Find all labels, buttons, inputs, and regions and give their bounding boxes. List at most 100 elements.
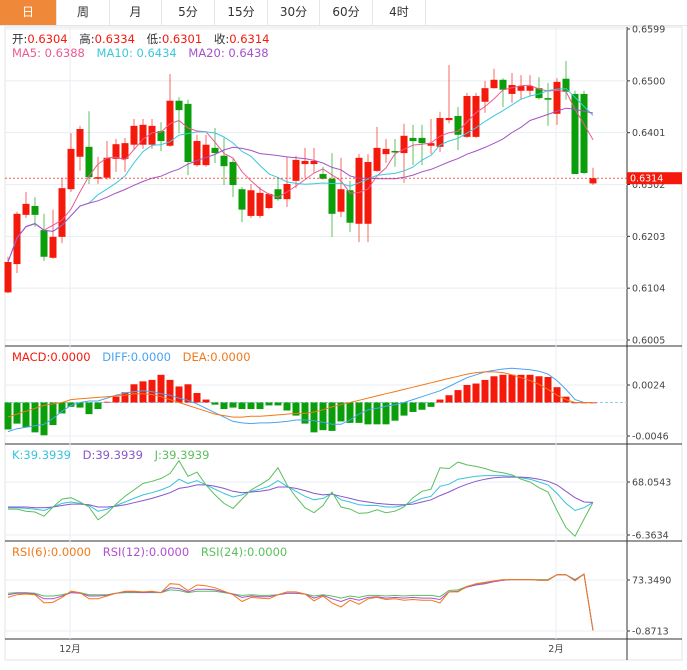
ma-legend: MA5: 0.6388 MA10: 0.6434 MA20: 0.6438 <box>12 46 277 60</box>
d-value: D:39.3939 <box>82 448 143 462</box>
candle-body <box>337 189 345 212</box>
candle <box>364 154 372 243</box>
macd-bar <box>139 381 147 403</box>
candle <box>103 141 111 180</box>
macd-tick-label: 0.0024 <box>632 381 665 392</box>
price-tick-label: 0.6401 <box>632 128 665 139</box>
macd-bar <box>409 402 417 412</box>
candle <box>589 167 597 186</box>
macd-bar <box>481 379 489 403</box>
macd-bar <box>418 402 426 410</box>
macd-tick-label: -0.0046 <box>632 432 669 443</box>
candle <box>436 111 444 153</box>
candle-body <box>22 203 30 215</box>
candle-body <box>58 188 66 237</box>
candle <box>427 119 435 155</box>
rsi12-line <box>7 573 594 631</box>
macd-bar <box>310 402 318 433</box>
current-price-label: 0.6314 <box>630 174 663 185</box>
candle <box>13 211 21 273</box>
kdj-legend: K:39.3939 D:39.3939 J:39.3939 <box>12 448 217 462</box>
candle-body <box>418 137 426 144</box>
candle-body <box>472 96 480 137</box>
candle <box>346 180 354 233</box>
high-label: 高: <box>79 32 95 46</box>
macd-bar <box>211 402 219 405</box>
macd-value: MACD:0.0000 <box>12 350 91 364</box>
high-value: 0.6334 <box>94 32 135 46</box>
dea-value: DEA:0.0000 <box>182 350 251 364</box>
kline-chart[interactable]: 12月 2月0.65990.65000.64010.63020.62030.610… <box>0 0 687 670</box>
candle-body <box>211 147 219 154</box>
macd-bar <box>463 385 471 403</box>
candle <box>238 187 246 223</box>
price-tick-label: 0.6104 <box>632 284 665 295</box>
macd-bar <box>94 402 102 410</box>
macd-bar <box>175 386 183 403</box>
ma5-line <box>7 84 594 263</box>
candle <box>175 97 183 134</box>
macd-bar <box>265 402 273 406</box>
candle <box>139 119 147 149</box>
k-line <box>8 475 594 512</box>
candle-body <box>463 96 471 137</box>
open-value: 0.6304 <box>27 32 68 46</box>
candle <box>121 137 129 172</box>
candle <box>49 209 57 259</box>
candle-body <box>544 98 552 100</box>
ma10-legend: MA10: 0.6434 <box>96 46 177 60</box>
macd-bar <box>256 402 264 410</box>
macd-bar <box>472 383 480 403</box>
candle-body <box>490 79 498 89</box>
candle <box>4 256 12 294</box>
candle <box>22 191 30 219</box>
candle-body <box>202 144 210 166</box>
candle-body <box>346 190 354 223</box>
low-label: 低: <box>146 32 162 46</box>
price-tick-label: 0.6005 <box>632 336 665 347</box>
rsi-tick-label: 73.3490 <box>632 576 671 587</box>
candle-body <box>499 79 507 90</box>
kdj-tick-label: -6.3634 <box>632 531 669 542</box>
candle-body <box>562 78 570 92</box>
candle-body <box>364 161 372 224</box>
macd-bar <box>103 401 111 403</box>
diff-value: DIFF:0.0000 <box>102 350 171 364</box>
close-label: 收: <box>213 32 230 46</box>
candle-body <box>436 118 444 147</box>
candle-body <box>67 148 75 190</box>
macd-bar <box>85 402 93 415</box>
candle-body <box>4 261 12 293</box>
candle-body <box>373 147 381 171</box>
candle-body <box>382 148 390 155</box>
candle-body <box>130 125 138 145</box>
candle-body <box>481 88 489 102</box>
candle <box>355 154 363 243</box>
rsi12-value: RSI(12):0.0000 <box>102 545 190 559</box>
candle-body <box>103 157 111 178</box>
macd-bar <box>238 402 246 410</box>
rsi-tick-label: -0.8713 <box>632 627 669 638</box>
candle <box>31 197 39 227</box>
macd-legend: MACD:0.0000 DIFF:0.0000 DEA:0.0000 <box>12 350 259 364</box>
candle-body <box>256 192 264 216</box>
macd-bar <box>157 374 165 403</box>
candle <box>202 134 210 167</box>
j-line <box>8 459 594 538</box>
price-tick-label: 0.6203 <box>632 232 665 243</box>
candle-body <box>265 193 273 209</box>
macd-bar <box>499 374 507 403</box>
macd-bar <box>427 402 435 407</box>
macd-bar <box>535 376 543 403</box>
candle-body <box>292 159 300 181</box>
chart-frame <box>4 26 683 661</box>
candle-body <box>229 161 237 186</box>
candle <box>373 126 381 172</box>
candle-body <box>571 93 579 175</box>
candle <box>301 147 309 178</box>
macd-bar <box>49 402 57 426</box>
candle <box>382 138 390 164</box>
candle <box>94 156 102 184</box>
price-tick-label: 0.6599 <box>632 25 665 36</box>
candle <box>445 65 453 124</box>
